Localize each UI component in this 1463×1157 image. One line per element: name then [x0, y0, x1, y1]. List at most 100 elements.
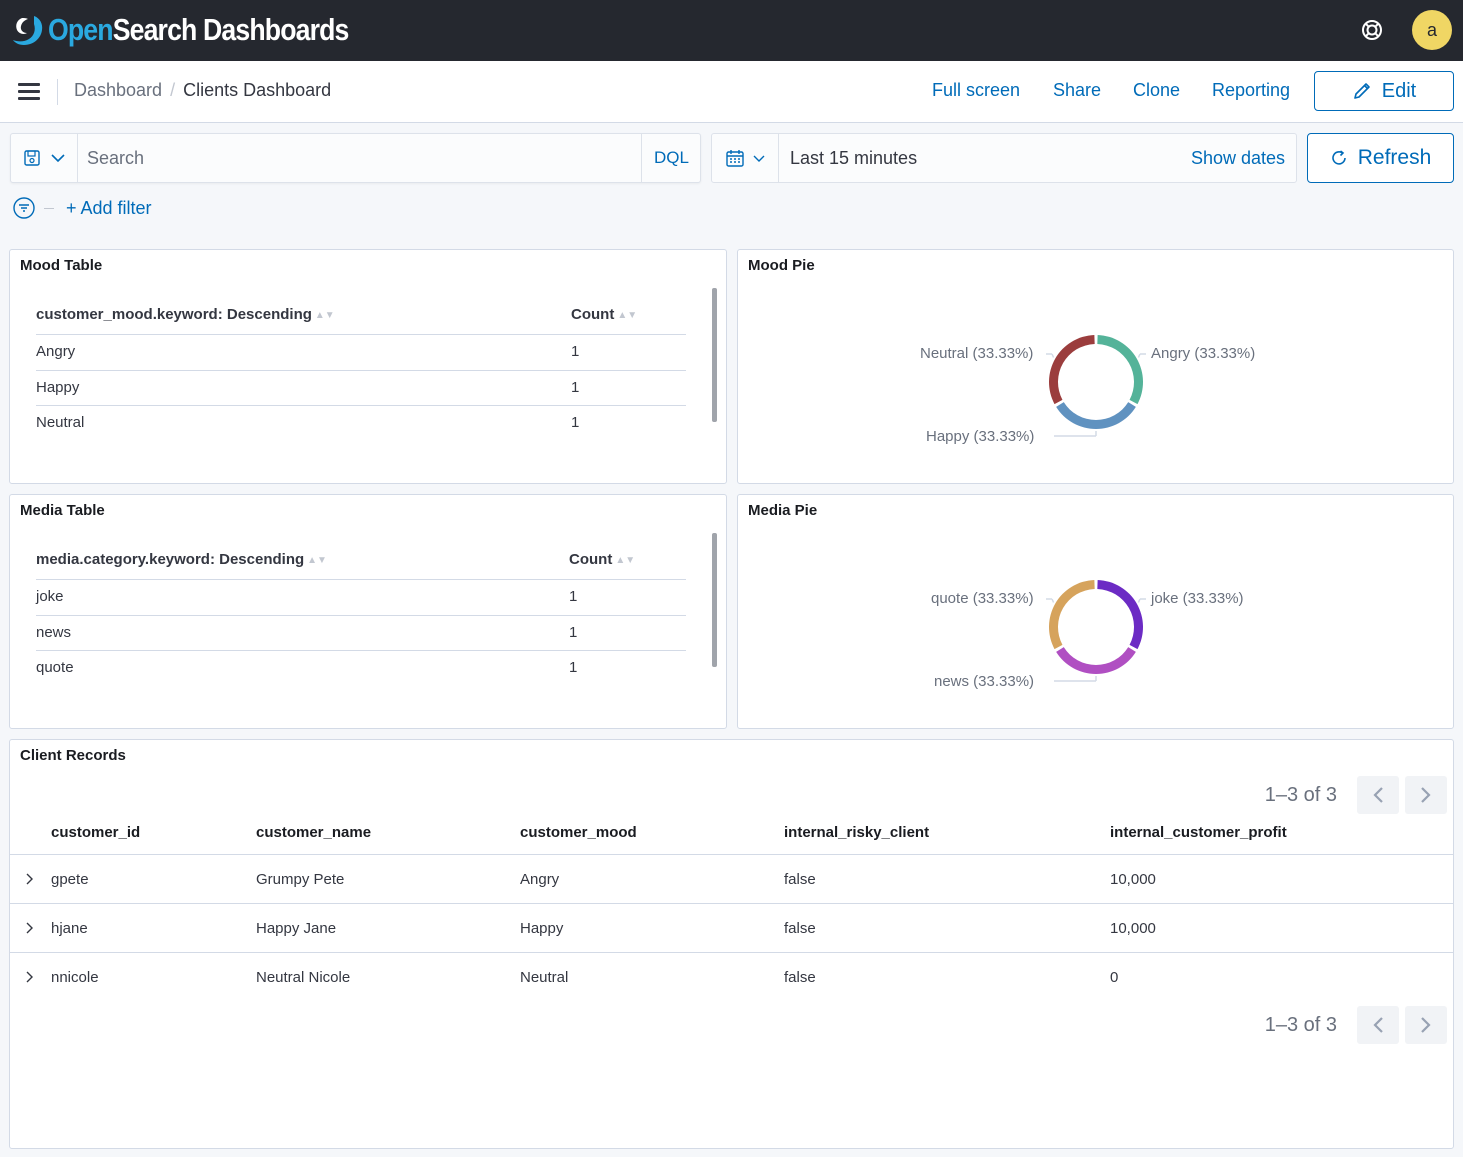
pie-label-angry: Angry (33.33%)	[1151, 345, 1256, 362]
media-table-panel: Media Table media.category.keyword: Desc…	[9, 494, 727, 729]
export-links[interactable]	[36, 480, 256, 483]
pie-label-neutral: Neutral (33.33%)	[920, 345, 1034, 362]
media-pie-slice-quote[interactable]	[1049, 580, 1095, 650]
media-pie-panel: Media Pie joke (33.33%) news (33.33%) qu…	[737, 494, 1454, 729]
pie-label-happy: Happy (33.33%)	[926, 428, 1035, 445]
previous-page-button[interactable]	[1357, 1006, 1399, 1044]
column-header[interactable]: media.category.keyword: Descending ▲▼	[36, 551, 327, 568]
clone-link[interactable]: Clone	[1133, 80, 1180, 101]
expand-row-chevron-icon[interactable]	[24, 970, 36, 984]
table-row: hjane Happy Jane Happy false 10,000	[10, 904, 1453, 953]
help-lifebuoy-icon[interactable]	[1360, 18, 1384, 42]
reporting-link[interactable]: Reporting	[1212, 80, 1290, 101]
chevron-down-icon	[51, 154, 65, 163]
show-dates-link[interactable]: Show dates	[1191, 148, 1285, 169]
pencil-icon	[1353, 83, 1370, 99]
quick-date-menu[interactable]	[712, 134, 779, 182]
panel-title: Client Records	[20, 747, 126, 764]
hamburger-menu-icon[interactable]	[18, 83, 40, 101]
client-records-table: customer_id customer_name customer_mood …	[10, 810, 1453, 1002]
media-pie-slice-joke[interactable]	[1097, 580, 1143, 650]
edit-button[interactable]: Edit	[1314, 71, 1454, 111]
table-cell: nnicole	[51, 969, 99, 986]
share-link[interactable]: Share	[1053, 80, 1101, 101]
filter-divider	[44, 207, 54, 209]
expand-row-chevron-icon[interactable]	[24, 921, 36, 935]
search-input[interactable]: Search	[87, 148, 144, 169]
sort-icon: ▲▼	[615, 555, 636, 566]
table-cell: quote	[36, 659, 74, 676]
table-cell: Happy Jane	[256, 920, 337, 937]
previous-page-button[interactable]	[1357, 776, 1399, 814]
export-links[interactable]	[36, 725, 256, 728]
app-navbar: Dashboard / Clients Dashboard Full scree…	[0, 61, 1463, 123]
table-cell: Angry	[36, 343, 76, 360]
breadcrumb-dashboard[interactable]: Dashboard	[74, 80, 162, 101]
table-header: customer_mood.keyword: Descending ▲▼ Coun…	[36, 289, 686, 335]
table-cell: Neutral	[520, 969, 569, 986]
column-header[interactable]: internal_customer_profit	[1110, 824, 1287, 841]
chevron-left-icon	[1373, 787, 1383, 803]
top-header: OpenSearch Dashboards a	[0, 0, 1463, 61]
table-cell: news	[36, 623, 72, 641]
table-cell: Angry	[520, 871, 560, 888]
column-header[interactable]: customer_mood.keyword: Descending ▲▼	[36, 306, 335, 323]
opensearch-logo-icon	[13, 16, 43, 45]
refresh-button-label: Refresh	[1357, 146, 1432, 169]
opensearch-logo[interactable]: OpenSearch Dashboards	[12, 12, 397, 48]
scrollbar[interactable]	[712, 288, 717, 422]
panel-title: Media Table	[20, 502, 105, 519]
table-row: Neutral 1	[36, 406, 686, 442]
pagination-count: 1–3 of 3	[1264, 1013, 1337, 1036]
table-row: Happy 1	[36, 371, 686, 406]
query-language-button[interactable]: DQL	[641, 134, 701, 182]
table-row: news 1	[36, 616, 686, 651]
next-page-button[interactable]	[1405, 776, 1447, 814]
query-search-bar: Search DQL	[10, 133, 701, 183]
table-cell: 0	[1110, 969, 1119, 986]
pie-label-joke: joke (33.33%)	[1151, 590, 1244, 607]
table-row: quote 1	[36, 651, 686, 687]
column-header[interactable]: customer_mood	[520, 824, 637, 841]
mood-pie-slice-angry[interactable]	[1097, 335, 1143, 405]
full-screen-link[interactable]: Full screen	[932, 80, 1020, 101]
media-data-table: media.category.keyword: Descending ▲▼ Cou…	[36, 534, 686, 687]
calendar-icon	[726, 150, 744, 167]
chevron-down-icon	[753, 155, 765, 162]
mood-pie-slice-neutral[interactable]	[1049, 335, 1095, 405]
mood-pie-leader-line	[1137, 353, 1141, 358]
column-header[interactable]: internal_risky_client	[784, 824, 929, 841]
table-cell: false	[784, 920, 816, 937]
table-cell: joke	[36, 588, 64, 605]
table-row: Angry 1	[36, 335, 686, 371]
mood-donut-chart	[1046, 335, 1146, 437]
user-avatar[interactable]: a	[1412, 10, 1452, 50]
pagination-count: 1–3 of 3	[1264, 783, 1337, 806]
chevron-right-icon	[1421, 1017, 1431, 1033]
mood-pie-slice-happy[interactable]	[1056, 402, 1136, 429]
chevron-right-icon	[1421, 787, 1431, 803]
mood-table-panel: Mood Table customer_mood.keyword: Descen…	[9, 249, 727, 484]
scrollbar[interactable]	[712, 533, 717, 667]
table-cell: 10,000	[1110, 920, 1156, 937]
table-row: gpete Grumpy Pete Angry false 10,000	[10, 855, 1453, 904]
sort-icon: ▲▼	[617, 310, 638, 321]
column-header[interactable]: Count ▲▼	[571, 306, 637, 323]
column-header[interactable]: customer_name	[256, 824, 371, 841]
column-header[interactable]: Count ▲▼	[569, 551, 635, 568]
breadcrumb-current: Clients Dashboard	[183, 80, 332, 100]
breadcrumb-separator: /	[170, 80, 176, 100]
column-header[interactable]: customer_id	[51, 824, 140, 841]
refresh-button[interactable]: Refresh	[1307, 133, 1454, 183]
table-row: nnicole Neutral Nicole Neutral false 0	[10, 953, 1453, 1002]
expand-row-chevron-icon[interactable]	[24, 872, 36, 886]
filter-icon[interactable]	[12, 196, 36, 220]
next-page-button[interactable]	[1405, 1006, 1447, 1044]
time-range-text[interactable]: Last 15 minutes	[790, 148, 917, 169]
media-pie-slice-news[interactable]	[1056, 647, 1136, 674]
breadcrumb: Dashboard / Clients Dashboard	[74, 80, 331, 101]
table-cell: 1	[571, 343, 580, 360]
saved-query-menu[interactable]	[11, 134, 78, 182]
add-filter-link[interactable]: + Add filter	[66, 198, 152, 219]
table-cell: 1	[569, 623, 578, 641]
